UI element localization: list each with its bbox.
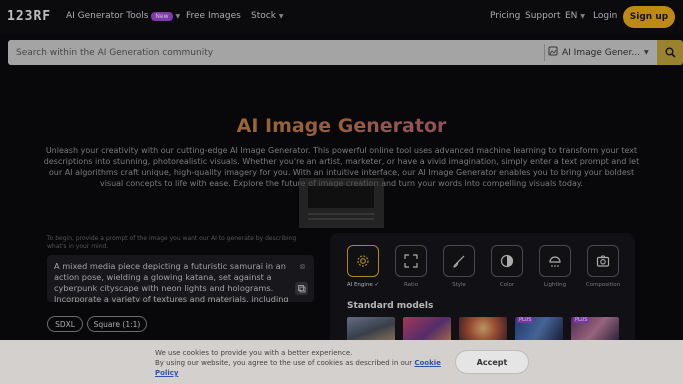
- tool-label: AI Engine ✓: [346, 282, 380, 288]
- search-button[interactable]: [657, 40, 683, 65]
- prompt-hint: To begin, provide a prompt of the image …: [47, 235, 297, 250]
- site-logo[interactable]: 123RF: [7, 9, 51, 24]
- nav-label: Stock: [251, 11, 276, 21]
- copy-icon[interactable]: [295, 282, 308, 295]
- ratio-chip[interactable]: Square (1:1): [87, 316, 147, 332]
- search-scope-label: AI Image Gener...: [562, 47, 640, 58]
- color-tool[interactable]: [491, 245, 523, 277]
- tool-label: Color: [499, 282, 515, 288]
- support-label: Support: [525, 11, 561, 21]
- chevron-down-icon: ▼: [580, 12, 586, 20]
- chevron-down-icon: ▼: [278, 12, 284, 20]
- engine-chip[interactable]: SDXL: [47, 316, 83, 332]
- ai-image-icon: [548, 46, 558, 59]
- nav-ai-generator-tools[interactable]: AI Generator Tools New ▼: [66, 11, 180, 21]
- models-section-title: Standard models: [347, 301, 434, 311]
- ratio-tool[interactable]: [395, 245, 427, 277]
- accept-cookies-button[interactable]: Accept: [456, 351, 528, 373]
- page-title: AI Image Generator: [0, 115, 683, 137]
- tool-label: Composition: [585, 282, 621, 288]
- expand-icon: [404, 254, 418, 268]
- nav-free-images[interactable]: Free Images: [186, 11, 241, 21]
- cookie-line-1: We use cookies to provide you with a bet…: [155, 349, 353, 357]
- nav-pricing[interactable]: Pricing: [490, 11, 520, 21]
- camera-icon: [596, 255, 610, 267]
- new-badge: New: [151, 11, 173, 21]
- signup-button[interactable]: Sign up: [623, 6, 675, 28]
- gear-icon: [357, 255, 369, 267]
- tool-label: Lighting: [543, 282, 567, 288]
- tool-label: Style: [452, 282, 466, 288]
- composition-tool[interactable]: [587, 245, 619, 277]
- pricing-label: Pricing: [490, 11, 521, 21]
- chevron-down-icon: ▼: [643, 49, 649, 56]
- tool-label: Ratio: [403, 282, 419, 288]
- nav-label: AI Generator Tools: [66, 11, 149, 21]
- clear-icon[interactable]: ⊗: [299, 262, 306, 271]
- cookie-text: We use cookies to provide you with a bet…: [155, 348, 445, 378]
- language-label: EN: [565, 11, 578, 21]
- chevron-down-icon: ▼: [175, 12, 181, 20]
- nav-support[interactable]: Support: [525, 11, 561, 21]
- ai-engine-tool[interactable]: [347, 245, 379, 277]
- prompt-textarea[interactable]: A mixed media piece depicting a futurist…: [47, 255, 314, 302]
- nav-label: Free Images: [186, 11, 241, 21]
- cookie-line-2: By using our website, you agree to the u…: [155, 359, 413, 367]
- search-divider: [544, 44, 545, 61]
- plus-badge: PLUS: [573, 317, 590, 323]
- nav-stock[interactable]: Stock ▼: [251, 11, 284, 21]
- plus-badge: PLUS: [517, 317, 534, 323]
- contrast-icon: [500, 254, 514, 268]
- search-bar: AI Image Gener... ▼: [8, 40, 683, 65]
- language-selector[interactable]: EN ▼: [565, 11, 585, 21]
- brush-icon: [453, 255, 465, 268]
- style-tool[interactable]: [443, 245, 475, 277]
- lamp-icon: [549, 256, 561, 267]
- login-link[interactable]: Login: [593, 11, 617, 21]
- search-icon: [665, 47, 676, 58]
- lighting-tool[interactable]: [539, 245, 571, 277]
- search-scope-select[interactable]: AI Image Gener... ▼: [548, 40, 655, 65]
- search-input[interactable]: [8, 40, 538, 65]
- preview-placeholder: [299, 178, 384, 228]
- login-label: Login: [593, 11, 618, 21]
